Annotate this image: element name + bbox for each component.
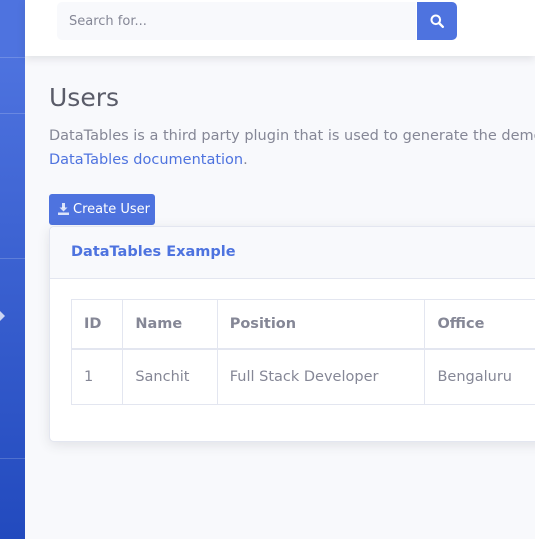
sidebar-divider [0, 57, 25, 58]
card-header: DataTables Example [50, 227, 535, 279]
create-user-label: Create User [73, 202, 150, 217]
create-user-button[interactable]: Create User [49, 194, 155, 225]
column-header-office[interactable]: Office [424, 299, 535, 350]
download-icon [58, 203, 69, 215]
search-button[interactable] [417, 2, 457, 40]
search-icon [430, 14, 444, 28]
sidebar-divider [0, 458, 25, 459]
page-description-text: DataTables is a third party plugin that … [49, 128, 535, 144]
sidebar [0, 0, 25, 539]
sidebar-divider [0, 258, 25, 259]
sidebar-divider [0, 113, 25, 114]
topbar [25, 0, 535, 56]
table-row: 1 Sanchit Full Stack Developer Bengaluru [70, 348, 535, 405]
card-title: DataTables Example [71, 244, 236, 260]
search-input[interactable] [57, 2, 416, 40]
column-header-position[interactable]: Position [216, 299, 426, 350]
column-header-name[interactable]: Name [122, 299, 218, 350]
page-description-end: . [243, 152, 248, 168]
column-header-id[interactable]: ID [70, 299, 124, 350]
datatables-card: DataTables Example ID Name Position Offi… [49, 226, 535, 442]
cell-office: Bengaluru [424, 348, 535, 405]
datatables-docs-link[interactable]: DataTables documentation [49, 152, 243, 168]
page-title: Users [49, 83, 120, 112]
table-header-row: ID Name Position Office [70, 299, 535, 350]
page-description: DataTables is a third party plugin that … [49, 124, 535, 172]
sidebar-toggle-chevron-icon[interactable] [0, 311, 5, 321]
cell-id: 1 [70, 348, 124, 405]
cell-position: Full Stack Developer [216, 348, 426, 405]
cell-name: Sanchit [122, 348, 218, 405]
users-table: ID Name Position Office 1 Sanchit Full S… [70, 299, 535, 405]
